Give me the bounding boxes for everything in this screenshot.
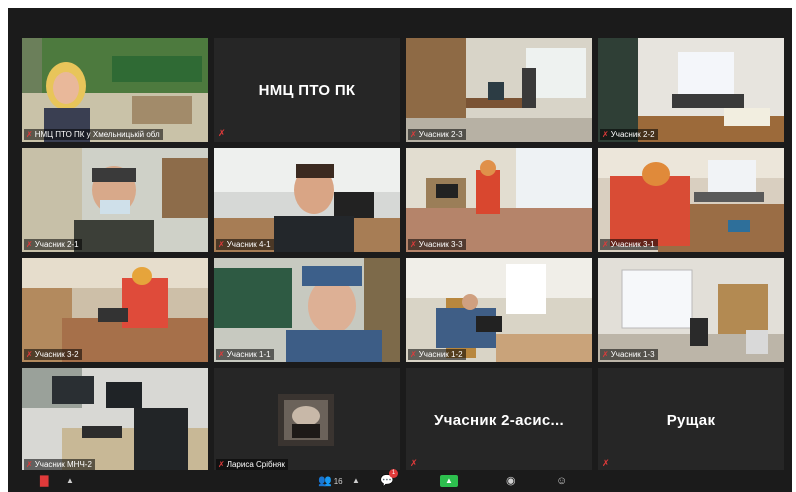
mic-muted-icon: ✗: [602, 350, 609, 359]
profile-photo: [278, 394, 334, 446]
participant-video: [214, 148, 400, 252]
participants-button[interactable]: 👥 16: [318, 473, 343, 489]
video-tile-uchasnyk-mnch-2[interactable]: ✗ Учасник МНЧ-2: [22, 368, 208, 472]
chat-button[interactable]: 💬 1: [380, 469, 398, 489]
caret-up-icon[interactable]: ▲: [352, 473, 360, 489]
participant-video: [214, 258, 400, 362]
video-tile-uchasnyk-1-1[interactable]: ✗ Учасник 1-1: [214, 258, 400, 362]
mic-muted-icon: ✗: [218, 240, 225, 249]
mic-muted-icon: ✗: [602, 130, 609, 139]
participant-video: [22, 148, 208, 252]
record-icon[interactable]: ◉: [506, 473, 516, 489]
share-screen-icon[interactable]: ▲: [440, 475, 458, 487]
video-tile-uchasnyk-2-3[interactable]: ✗ Учасник 2-3: [406, 38, 592, 142]
mic-muted-icon: ✗: [218, 460, 225, 469]
mic-muted-icon: ✗: [410, 350, 417, 359]
host-video: [22, 38, 208, 142]
gallery-grid: ✗ НМЦ ПТО ПК у Хмельницькій обл НМЦ ПТО П…: [22, 38, 790, 476]
mic-muted-icon: ✗: [602, 458, 610, 468]
mic-muted-icon: ✗: [26, 240, 33, 249]
participant-video: [598, 258, 784, 362]
video-tile-nmc[interactable]: НМЦ ПТО ПК ✗: [214, 38, 400, 142]
mic-muted-icon: ✗: [410, 240, 417, 249]
video-tile-uchasnyk-3-3[interactable]: ✗ Учасник 3-3: [406, 148, 592, 252]
participant-video: [406, 38, 592, 142]
mic-muted-icon: ✗: [26, 460, 33, 469]
video-tile-rushchak[interactable]: Рущак ✗: [598, 368, 784, 472]
participant-video: [598, 148, 784, 252]
caret-up-icon[interactable]: ▲: [66, 473, 74, 489]
video-tile-uchasnyk-1-3[interactable]: ✗ Учасник 1-3: [598, 258, 784, 362]
participants-icon: 👥: [318, 475, 332, 487]
participant-video: [406, 258, 592, 362]
participant-display-name: Учасник 2-асис...: [434, 411, 564, 429]
chat-badge: 1: [389, 469, 398, 478]
meeting-toolbar: ▇̸ ▲ 👥 16 ▲ 💬 1 ▲ ◉ ☺: [8, 469, 792, 492]
video-tile-uchasnyk-4-1[interactable]: ✗ Учасник 4-1: [214, 148, 400, 252]
participant-display-name: Рущак: [666, 411, 716, 429]
mic-muted-icon: ✗: [602, 240, 609, 249]
mic-muted-icon: ✗: [218, 350, 225, 359]
video-tile-host[interactable]: ✗ НМЦ ПТО ПК у Хмельницькій обл: [22, 38, 208, 142]
zoom-window: ✗ НМЦ ПТО ПК у Хмельницькій обл НМЦ ПТО П…: [8, 8, 792, 492]
mic-muted-icon: ✗: [26, 130, 33, 139]
video-tile-uchasnyk-2-asys[interactable]: Учасник 2-асис... ✗: [406, 368, 592, 472]
participant-video: [22, 258, 208, 362]
mic-muted-icon: ✗: [218, 128, 226, 138]
video-tile-larysa[interactable]: ✗ Лариса Срібняк: [214, 368, 400, 472]
participant-video: [598, 38, 784, 142]
video-off-icon[interactable]: ▇̸: [40, 473, 48, 489]
video-tile-uchasnyk-3-1[interactable]: ✗ Учасник 3-1: [598, 148, 784, 252]
mic-muted-icon: ✗: [26, 350, 33, 359]
participant-display-name: НМЦ ПТО ПК: [258, 81, 356, 99]
reactions-icon[interactable]: ☺: [556, 473, 567, 489]
participant-video: [406, 148, 592, 252]
mic-muted-icon: ✗: [410, 458, 418, 468]
video-tile-uchasnyk-3-2[interactable]: ✗ Учасник 3-2: [22, 258, 208, 362]
mic-muted-icon: ✗: [410, 130, 417, 139]
video-tile-uchasnyk-1-2[interactable]: ✗ Учасник 1-2: [406, 258, 592, 362]
video-tile-uchasnyk-2-2[interactable]: ✗ Учасник 2-2: [598, 38, 784, 142]
participant-video: [22, 368, 208, 472]
video-tile-uchasnyk-2-1[interactable]: ✗ Учасник 2-1: [22, 148, 208, 252]
